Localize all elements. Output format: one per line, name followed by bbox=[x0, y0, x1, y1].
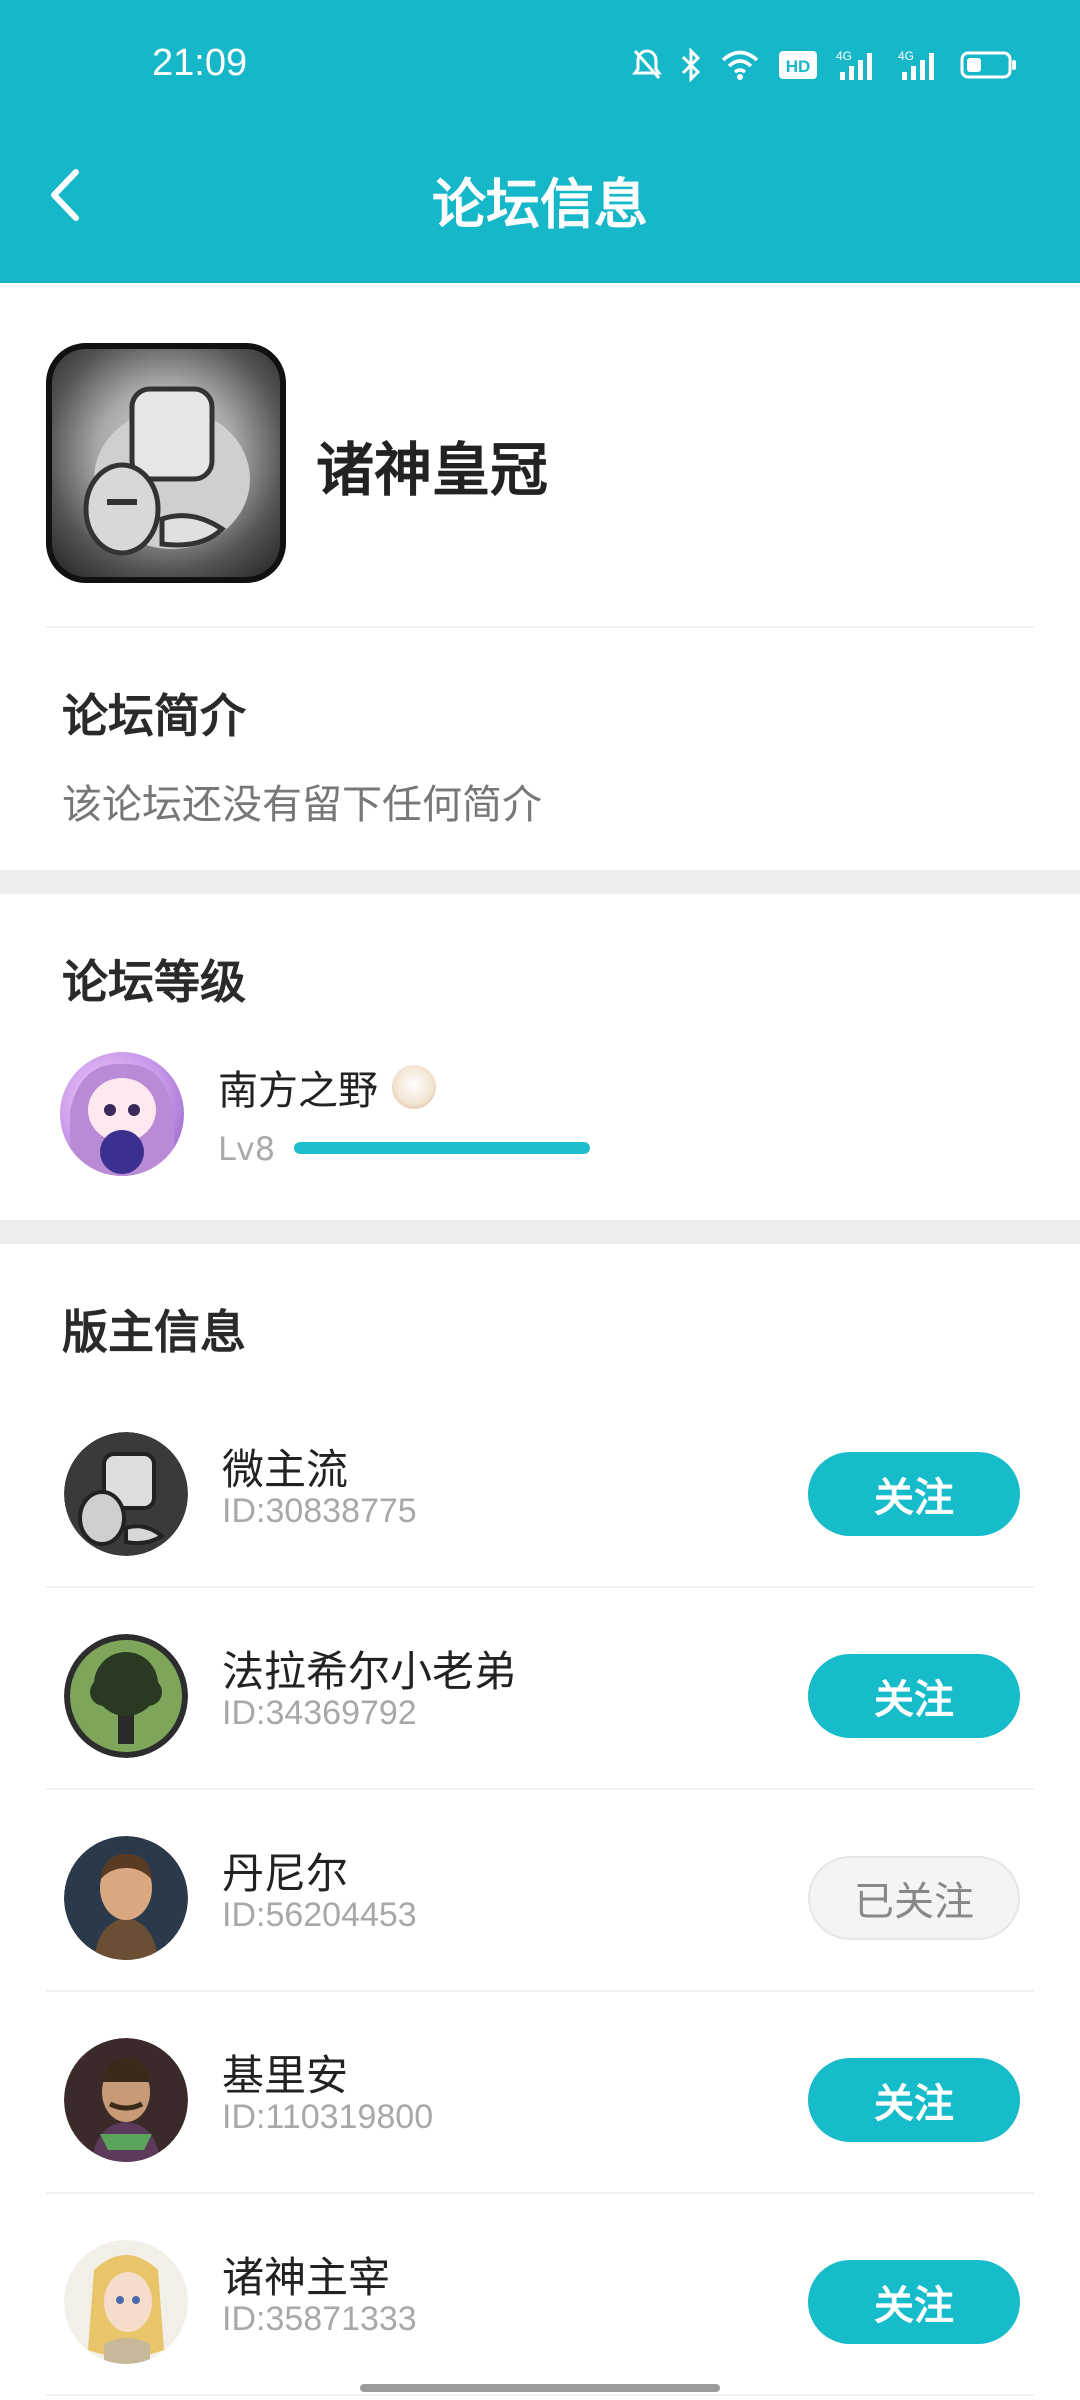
signal-4g-icon: 4G bbox=[898, 48, 942, 86]
section-separator bbox=[0, 870, 1080, 894]
list-item[interactable]: 诸神主宰 ID:35871333 关注 bbox=[46, 2200, 1034, 2400]
moderator-id: ID:56204453 bbox=[222, 1896, 417, 1934]
moderator-name: 法拉希尔小老弟 bbox=[222, 1647, 517, 1696]
follow-button[interactable]: 关注 bbox=[808, 2260, 1020, 2344]
moderator-name: 丹尼尔 bbox=[222, 1849, 349, 1898]
avatar[interactable] bbox=[64, 1634, 188, 1758]
moderator-id: ID:35871333 bbox=[222, 2300, 417, 2338]
avatar[interactable] bbox=[64, 1432, 188, 1556]
moderator-id: ID:110319800 bbox=[222, 2098, 434, 2136]
page-title: 论坛信息 bbox=[432, 173, 648, 236]
forum-name: 诸神皇冠 bbox=[316, 436, 549, 504]
followed-button[interactable]: 已关注 bbox=[808, 1856, 1020, 1940]
moderators-title: 版主信息 bbox=[62, 1305, 246, 1359]
level-progress-fill bbox=[294, 1142, 590, 1154]
level-label: Lv8 bbox=[218, 1130, 276, 1168]
level-title: 论坛等级 bbox=[62, 955, 246, 1009]
list-item[interactable]: 丹尼尔 ID:56204453 已关注 bbox=[46, 1796, 1034, 1996]
avatar[interactable] bbox=[64, 2240, 188, 2364]
follow-button[interactable]: 关注 bbox=[808, 1654, 1020, 1738]
avatar[interactable] bbox=[64, 1836, 188, 1960]
signal-4g-icon: 4G bbox=[836, 48, 880, 86]
divider bbox=[46, 1586, 1034, 1588]
bell-off-icon bbox=[632, 48, 662, 86]
svg-text:4G: 4G bbox=[898, 49, 914, 63]
battery-icon bbox=[960, 50, 1018, 84]
level-user-name: 南方之野 bbox=[218, 1068, 378, 1114]
divider bbox=[46, 2394, 1034, 2396]
section-separator bbox=[0, 1220, 1080, 1244]
forum-header: 诸神皇冠 bbox=[46, 343, 1034, 586]
moderator-name: 基里安 bbox=[222, 2051, 349, 2100]
follow-button[interactable]: 关注 bbox=[808, 2058, 1020, 2142]
status-icons: HD 4G 4G bbox=[632, 47, 1018, 86]
moderator-name: 诸神主宰 bbox=[222, 2253, 391, 2302]
forum-avatar bbox=[46, 343, 286, 583]
divider bbox=[46, 2192, 1034, 2194]
divider bbox=[46, 1788, 1034, 1790]
moderator-name: 微主流 bbox=[222, 1445, 349, 1494]
intro-title: 论坛简介 bbox=[62, 689, 246, 743]
wifi-icon bbox=[720, 49, 760, 85]
bluetooth-icon bbox=[680, 47, 702, 86]
follow-button[interactable]: 关注 bbox=[808, 1452, 1020, 1536]
badge-icon bbox=[392, 1065, 436, 1109]
list-item[interactable]: 基里安 ID:110319800 关注 bbox=[46, 1998, 1034, 2198]
svg-text:HD: HD bbox=[786, 57, 811, 76]
level-user: 南方之野 bbox=[218, 1058, 436, 1116]
svg-text:4G: 4G bbox=[836, 49, 852, 63]
avatar[interactable] bbox=[60, 1052, 184, 1176]
home-indicator[interactable] bbox=[360, 2384, 720, 2392]
list-item[interactable]: 法拉希尔小老弟 ID:34369792 关注 bbox=[46, 1594, 1034, 1794]
hd-icon: HD bbox=[778, 49, 818, 85]
level-progress-bar bbox=[294, 1142, 590, 1154]
moderator-id: ID:30838775 bbox=[222, 1492, 417, 1530]
divider bbox=[46, 1990, 1034, 1992]
list-item[interactable]: 微主流 ID:30838775 关注 bbox=[46, 1392, 1034, 1592]
app-header: 21:09 HD 4G 4G 论坛信息 bbox=[0, 0, 1080, 283]
moderator-id: ID:34369792 bbox=[222, 1694, 417, 1732]
divider bbox=[46, 626, 1034, 628]
intro-text: 该论坛还没有留下任何简介 bbox=[62, 782, 542, 828]
avatar[interactable] bbox=[64, 2038, 188, 2162]
status-time: 21:09 bbox=[152, 42, 248, 84]
